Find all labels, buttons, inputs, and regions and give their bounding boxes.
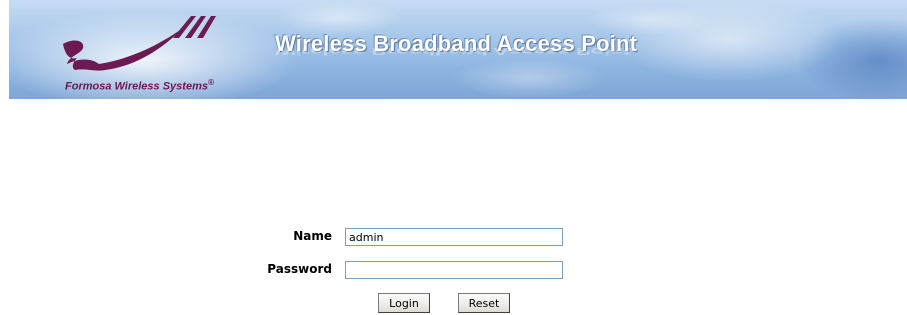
login-button[interactable]: Login	[378, 293, 430, 313]
name-input[interactable]	[345, 228, 563, 246]
name-label: Name	[293, 229, 332, 243]
reset-button[interactable]: Reset	[458, 293, 510, 313]
password-label: Password	[267, 262, 332, 276]
password-input[interactable]	[345, 261, 563, 279]
login-form: Name Password Login Reset	[0, 0, 907, 315]
